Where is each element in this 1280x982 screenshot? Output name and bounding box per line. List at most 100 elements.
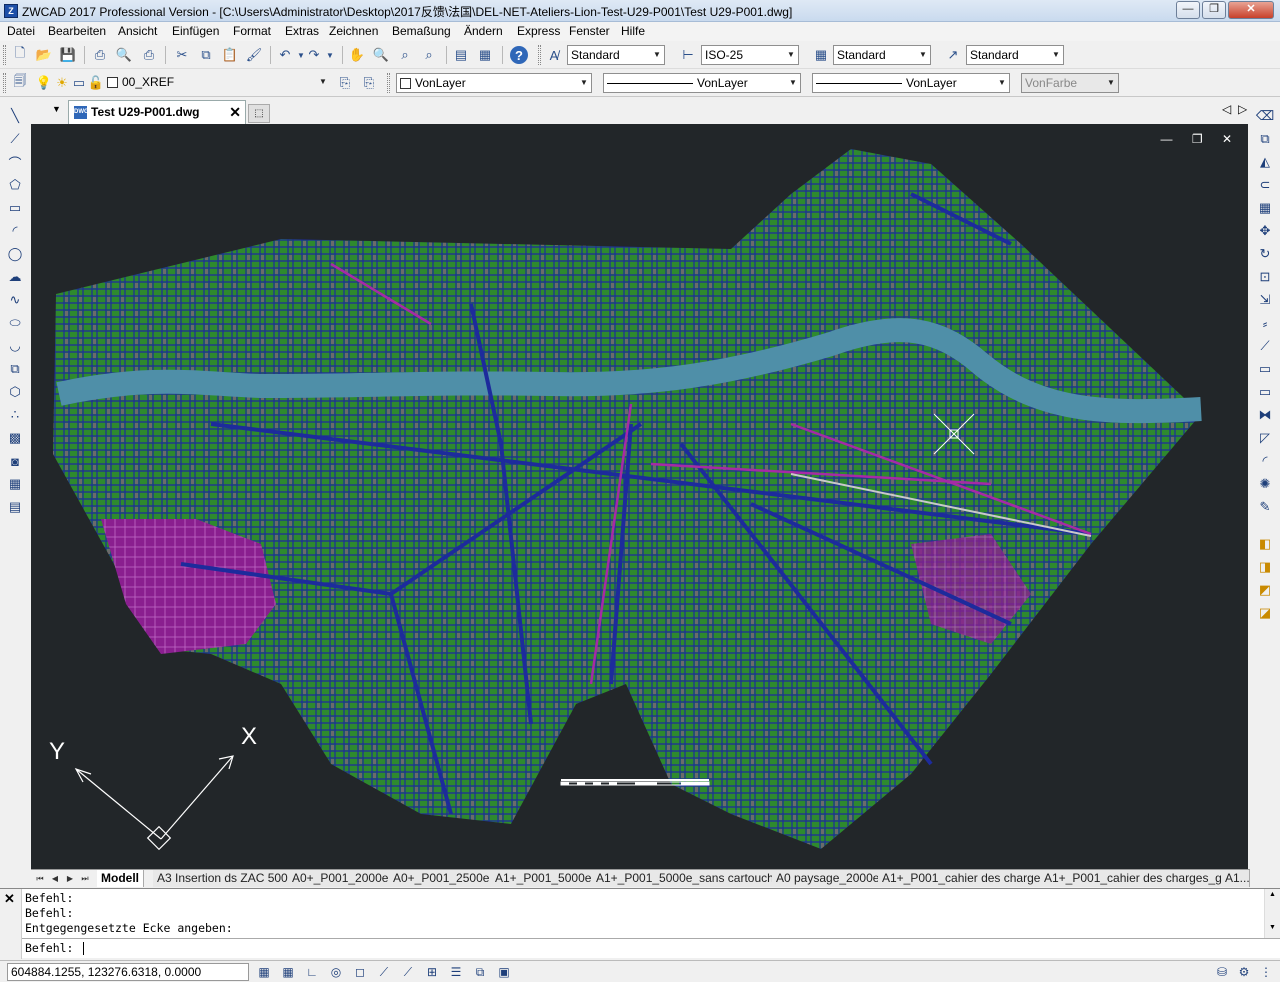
snap-icon[interactable]: ▦ — [255, 963, 273, 981]
layer-vp-freeze-icon[interactable]: ▭ — [70, 74, 88, 92]
layer-on-bulb-icon[interactable]: 💡 — [35, 74, 53, 92]
new-tab-button[interactable]: ⬚ — [248, 104, 270, 123]
copy-icon[interactable]: ⧉ — [197, 46, 215, 64]
rectangle-icon[interactable]: ▭ — [6, 199, 24, 217]
insert-block-icon[interactable]: ⧉ — [6, 360, 24, 378]
ray-icon[interactable]: ⟋ — [6, 130, 24, 148]
drawing-canvas[interactable]: — ❐ ✕ Y X — [31, 124, 1248, 869]
ellipse-icon[interactable]: ⬭ — [6, 314, 24, 332]
move-icon[interactable]: ✥ — [1256, 222, 1274, 240]
make-block-icon[interactable]: ⬡ — [6, 383, 24, 401]
draw-order-above-icon[interactable]: ◩ — [1256, 581, 1274, 599]
tab-layout[interactable]: A1+_P001_cahier des charges_gri... — [1040, 870, 1244, 887]
ellipse-arc-icon[interactable]: ◡ — [6, 337, 24, 355]
dim-style-select[interactable]: ISO-25 ▼ — [701, 45, 799, 65]
offset-icon[interactable]: ⊂ — [1256, 176, 1274, 194]
print-preview-icon[interactable]: 🔍 — [115, 46, 133, 64]
last-layout-icon[interactable]: ⏭ — [79, 872, 91, 885]
dim-style-icon[interactable]: ⊢ — [679, 46, 697, 64]
close-button[interactable]: ✕ — [1228, 1, 1274, 19]
cut-icon[interactable]: ✂ — [173, 46, 191, 64]
match-properties-icon[interactable]: 🖌 — [245, 46, 263, 64]
tab-layout[interactable]: A3 Insertion ds ZAC 5000 — [153, 870, 300, 887]
menu-zeichnen[interactable]: Zeichnen — [329, 24, 378, 38]
layer-select[interactable]: 00_XREF ▼ — [104, 73, 330, 93]
tab-layout[interactable]: A0 paysage_2000e — [772, 870, 885, 887]
toolbar-grip[interactable] — [3, 73, 6, 93]
tab-document[interactable]: DWG Test U29-P001.dwg ✕ — [68, 100, 246, 124]
toolbar-grip[interactable] — [387, 73, 390, 93]
tab-layout[interactable]: A1+_P001_5000e — [491, 870, 597, 887]
menu-extras[interactable]: Extras — [285, 24, 319, 38]
layer-unlock-icon[interactable]: 🔓 — [87, 74, 105, 92]
tab-layout[interactable]: A1+_P001_cahier des charges — [878, 870, 1052, 887]
lineweight-select[interactable]: VonLayer ▼ — [812, 73, 1010, 93]
revision-cloud-icon[interactable]: ☁ — [6, 268, 24, 286]
text-style-select[interactable]: Standard ▼ — [567, 45, 665, 65]
dynamic-input-icon[interactable]: ⊞ — [423, 963, 441, 981]
circle-icon[interactable]: ◯ — [6, 245, 24, 263]
publish-icon[interactable]: ⎙ — [140, 46, 158, 64]
scroll-tabs-left-icon[interactable]: ◁ — [1222, 102, 1231, 116]
text-style-icon[interactable]: A̸ — [545, 46, 563, 64]
multileader-style-select[interactable]: Standard ▼ — [966, 45, 1064, 65]
linetype-select[interactable]: VonLayer ▼ — [603, 73, 801, 93]
save-icon[interactable]: 💾 — [59, 46, 77, 64]
menu-ansicht[interactable]: Ansicht — [118, 24, 157, 38]
draw-order-under-icon[interactable]: ◪ — [1256, 604, 1274, 622]
osnap-icon[interactable]: ◻ — [351, 963, 369, 981]
restore-button[interactable]: ❐ — [1202, 1, 1226, 19]
menu-einfuegen[interactable]: Einfügen — [172, 24, 219, 38]
tab-layout[interactable]: A0+_P001_2500e — [389, 870, 495, 887]
pan-icon[interactable]: ✋ — [348, 46, 366, 64]
annotation-scale-icon[interactable]: ⛁ — [1213, 963, 1231, 981]
zoom-window-icon[interactable]: ⌕ — [396, 46, 414, 64]
hatch-icon[interactable]: ▩ — [6, 429, 24, 447]
tab-modell[interactable]: Modell — [97, 870, 144, 887]
table-style-icon[interactable]: ▦ — [812, 46, 830, 64]
grid-icon[interactable]: ▦ — [279, 963, 297, 981]
draw-order-back-icon[interactable]: ◨ — [1256, 558, 1274, 576]
menu-format[interactable]: Format — [233, 24, 271, 38]
zoom-realtime-icon[interactable]: 🔍 — [372, 46, 390, 64]
table-style-select[interactable]: Standard ▼ — [833, 45, 931, 65]
command-input-row[interactable]: Befehl: — [22, 938, 1280, 958]
zoom-previous-icon[interactable]: ⌕ — [420, 46, 438, 64]
break-at-point-icon[interactable]: ▭ — [1256, 360, 1274, 378]
first-layout-icon[interactable]: ⏮ — [34, 872, 46, 885]
scale-icon[interactable]: ⊡ — [1256, 268, 1274, 286]
trim-icon[interactable]: ⸗ — [1256, 314, 1274, 332]
polygon-icon[interactable]: ⬠ — [6, 176, 24, 194]
layer-manager-icon[interactable]: 🗐 — [11, 73, 29, 92]
fillet-icon[interactable]: ◜ — [1256, 452, 1274, 470]
menu-datei[interactable]: Datei — [7, 24, 35, 38]
menu-aendern[interactable]: Ändern — [464, 24, 503, 38]
explode-icon[interactable]: ✺ — [1256, 475, 1274, 493]
next-layout-icon[interactable]: ▶ — [64, 872, 76, 885]
menu-hilfe[interactable]: Hilfe — [621, 24, 645, 38]
polar-icon[interactable]: ◎ — [327, 963, 345, 981]
extend-icon[interactable]: ⟋ — [1256, 337, 1274, 355]
color-select[interactable]: VonLayer ▼ — [396, 73, 592, 93]
ortho-icon[interactable]: ∟ — [303, 963, 321, 981]
layer-thaw-sun-icon[interactable]: ☀ — [53, 74, 71, 92]
table-icon[interactable]: ▦ — [6, 475, 24, 493]
edit-polyline-icon[interactable]: ✎ — [1256, 498, 1274, 516]
stretch-icon[interactable]: ⇲ — [1256, 291, 1274, 309]
point-icon[interactable]: ∴ — [6, 406, 24, 424]
close-command-window-icon[interactable]: ✕ — [4, 891, 15, 907]
toolbar-grip[interactable] — [3, 45, 6, 65]
erase-icon[interactable]: ⌫ — [1256, 107, 1274, 125]
toolbar-grip[interactable] — [538, 45, 541, 65]
status-menu-icon[interactable]: ⋮ — [1257, 963, 1275, 981]
mtext-icon[interactable]: ▤ — [6, 498, 24, 516]
workspace-settings-icon[interactable]: ⚙ — [1235, 963, 1253, 981]
break-icon[interactable]: ▭ — [1256, 383, 1274, 401]
menu-express[interactable]: Express — [517, 24, 560, 38]
help-icon[interactable]: ? — [510, 46, 528, 64]
draw-order-front-icon[interactable]: ◧ — [1256, 535, 1274, 553]
layer-previous-icon[interactable]: ⎘ — [360, 74, 378, 92]
menu-bemassung[interactable]: Bemaßung — [392, 24, 451, 38]
copy-object-icon[interactable]: ⧉ — [1256, 130, 1274, 148]
close-tab-icon[interactable]: ✕ — [229, 101, 241, 123]
